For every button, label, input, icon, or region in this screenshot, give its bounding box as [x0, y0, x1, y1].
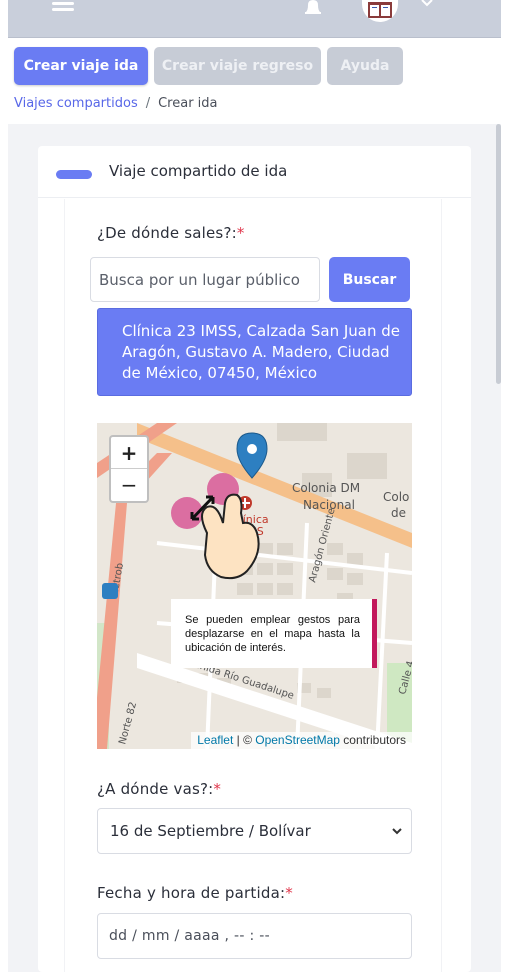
breadcrumb-current: Crear ida — [158, 96, 218, 111]
destination-selected-value: 16 de Septiembre / Bolívar — [110, 822, 311, 840]
search-button[interactable]: Buscar — [329, 257, 410, 302]
zoom-out-button[interactable]: − — [111, 469, 147, 501]
map-label-colonia: Colonia DM — [292, 481, 360, 495]
bell-icon[interactable] — [302, 0, 324, 18]
destination-select[interactable]: 16 de Septiembre / Bolívar — [97, 808, 412, 854]
map-label-colo: Colo — [383, 490, 409, 504]
card-accent-pill — [56, 170, 92, 179]
destination-label-text: ¿A dónde vas?: — [97, 780, 214, 798]
chevron-down-icon — [392, 828, 402, 835]
avatar[interactable] — [362, 0, 398, 22]
required-mark: * — [213, 780, 222, 798]
departure-datetime-input[interactable]: dd / mm / aaaa , -- : -- — [97, 913, 412, 959]
datetime-placeholder: dd / mm / aaaa , -- : -- — [109, 928, 270, 944]
breadcrumb-link-shared-trips[interactable]: Viajes compartidos — [14, 96, 138, 111]
map-label-de: de — [391, 506, 406, 520]
help-button[interactable]: Ayuda — [327, 47, 403, 85]
required-mark: * — [285, 884, 293, 902]
card-title: Viaje compartido de ida — [109, 162, 288, 180]
map-attribution: Leaflet | © OpenStreetMap contributors — [191, 732, 412, 749]
destination-label: ¿A dónde vas?:* — [97, 780, 221, 798]
openstreetmap-link[interactable]: OpenStreetMap — [255, 733, 340, 747]
breadcrumb: Viajes compartidos / Crear ida — [14, 96, 218, 111]
book-icon — [368, 2, 392, 18]
zoom-control: + − — [109, 435, 149, 503]
departure-label: Fecha y hora de partida:* — [97, 884, 293, 902]
origin-label: ¿De dónde sales?:* — [97, 224, 245, 242]
create-return-trip-button[interactable]: Crear viaje regreso — [154, 47, 321, 85]
map[interactable]: Colonia DM Nacional Colo de Clínica IMSS… — [97, 423, 412, 749]
chevron-down-icon[interactable] — [420, 0, 434, 10]
breadcrumb-separator: / — [145, 96, 151, 111]
origin-label-text: ¿De dónde sales?: — [97, 224, 237, 242]
menu-icon[interactable] — [52, 2, 74, 16]
bus-stop-icon — [102, 583, 118, 599]
top-app-bar — [8, 0, 501, 38]
selected-origin-result[interactable]: Clínica 23 IMSS, Calzada San Juan de Ara… — [97, 308, 412, 396]
create-outbound-trip-button[interactable]: Crear viaje ida — [14, 47, 148, 85]
toolbar: Crear viaje ida Crear viaje regreso Ayud… — [8, 38, 501, 124]
required-mark: * — [236, 224, 245, 242]
gesture-tooltip: Se pueden emplear gestos para desplazars… — [171, 599, 377, 668]
departure-label-text: Fecha y hora de partida: — [97, 884, 286, 902]
attribution-contributors: contributors — [339, 733, 406, 747]
zoom-in-button[interactable]: + — [111, 437, 147, 469]
attribution-separator: | © — [233, 733, 256, 747]
leaflet-link[interactable]: Leaflet — [197, 733, 233, 747]
card-header: Viaje compartido de ida — [38, 146, 471, 198]
scrollbar[interactable] — [496, 124, 501, 384]
place-search-input[interactable] — [90, 257, 320, 302]
